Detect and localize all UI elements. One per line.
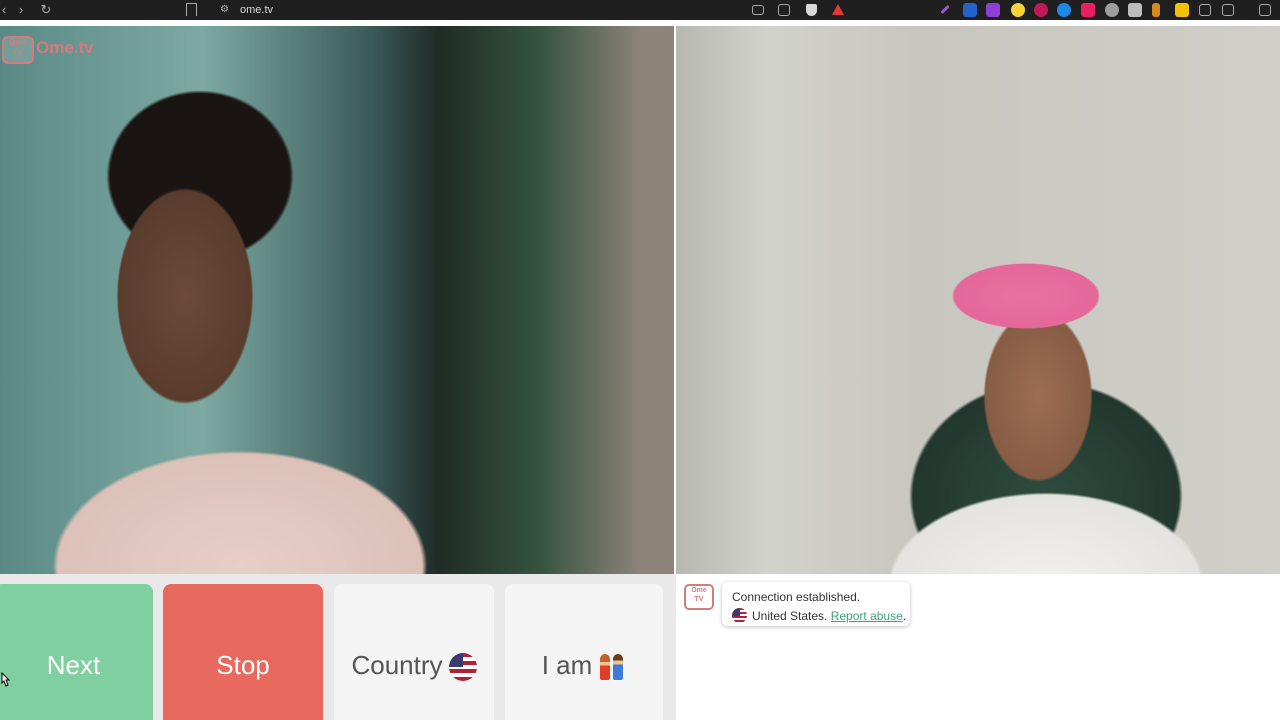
stop-label: Stop [216,650,270,680]
site-info-icon[interactable]: ⚙ [220,1,234,19]
country-label-wrap: Country [334,650,494,682]
blue-extension-icon[interactable] [1057,3,1071,17]
gray-extension-icon[interactable] [1105,3,1119,17]
shield-icon[interactable] [806,4,817,16]
next-label: Next [46,650,101,680]
us-flag-icon [448,653,477,682]
partner-country-text: United States. [752,609,828,623]
purple-extension-icon[interactable] [986,3,1000,17]
chat-panel: Ome TV Connection established. United St… [676,574,1280,720]
forward-button[interactable]: › [16,1,26,19]
yellow-extension-icon[interactable] [1011,3,1025,17]
hand-cursor-icon [1,672,10,687]
alert-icon[interactable] [832,4,844,15]
iam-label-wrap: I am [505,650,663,682]
couple-icon [598,652,626,682]
chat-controls: Next Stop Country I am [0,574,676,720]
country-label: Country [351,650,443,680]
orange-extension-icon[interactable] [1152,3,1160,17]
stranger-video [0,26,674,574]
n-extension-icon[interactable] [963,3,977,17]
pen-extension-icon[interactable] [940,4,950,15]
gold-extension-icon[interactable] [1175,3,1189,17]
system-message: Connection established. United States. R… [722,582,910,626]
ometv-logo[interactable]: Ome TV Ome.tv [0,34,110,64]
magenta-extension-icon[interactable] [1081,3,1095,17]
ometv-avatar-icon: Ome TV [684,584,714,610]
url-text: ome.tv [240,4,274,16]
logo-text: Ome.tv [36,38,94,57]
stop-button[interactable]: Stop [163,584,323,720]
share-icon[interactable] [778,4,790,16]
tv-icon: Ome TV [2,36,34,64]
sidebar-icon[interactable] [1259,4,1271,16]
partner-country-line: United States. Report abuse. [732,608,906,623]
country-button[interactable]: Country [334,584,494,720]
next-button[interactable]: Next [0,584,153,720]
download-icon[interactable] [1222,4,1234,16]
grid-extension-icon[interactable] [1128,3,1142,17]
self-video [676,26,1280,574]
back-button[interactable]: ‹ [0,1,8,19]
gender-button[interactable]: I am [505,584,663,720]
extensions-puzzle-icon[interactable] [1199,4,1211,16]
connection-status-text: Connection established. [732,590,861,604]
us-flag-icon [732,608,747,623]
iam-label: I am [541,650,593,680]
browser-toolbar: ‹ › ↻ ⚙ ome.tv [0,0,1280,20]
cast-icon[interactable] [752,5,764,15]
report-abuse-link[interactable]: Report abuse [831,609,903,623]
report-suffix: . [902,609,907,623]
reload-button[interactable]: ↻ [38,1,54,19]
pink-extension-icon[interactable] [1034,3,1048,17]
bookmark-icon[interactable] [186,3,197,16]
